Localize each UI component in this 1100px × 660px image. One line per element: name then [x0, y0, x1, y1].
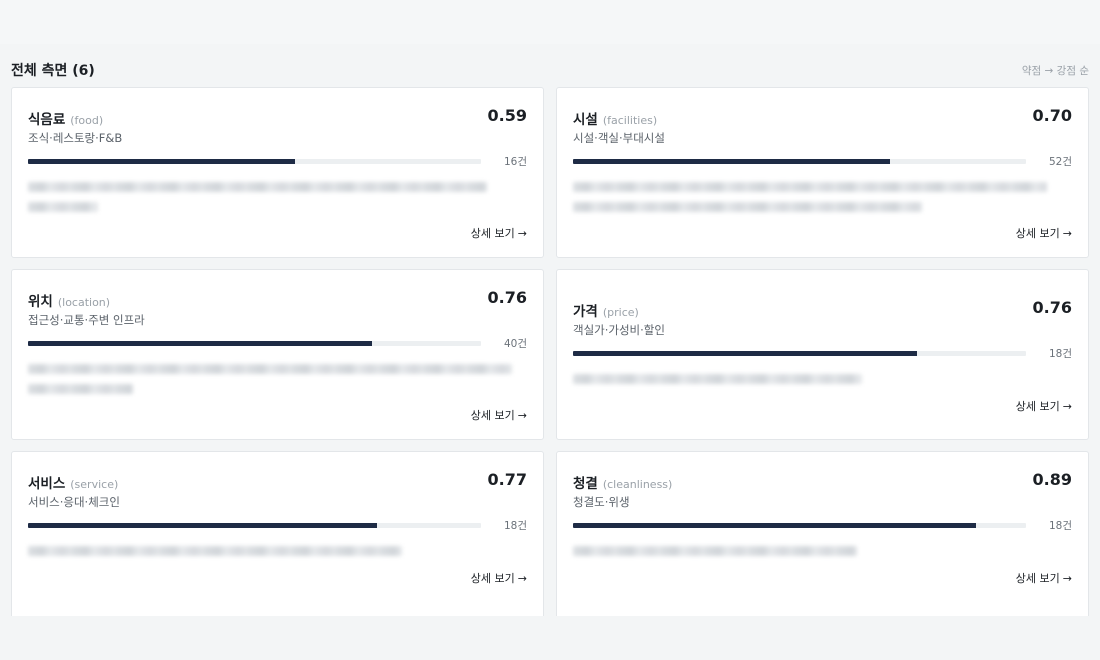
arrow-right-icon: →: [1062, 227, 1072, 240]
detail-view-link[interactable]: 상세 보기 →: [471, 225, 527, 241]
aspect-score: 0.77: [487, 470, 527, 489]
aspect-title: 청결 (cleanliness): [573, 472, 672, 492]
aspect-title: 시설 (facilities): [573, 108, 657, 128]
aspect-subtitle: 조식·레스토랑·F&B: [28, 131, 123, 145]
aspect-title: 식음료 (food): [28, 108, 103, 128]
detail-view-link[interactable]: 상세 보기 →: [1016, 398, 1072, 414]
aspect-score: 0.76: [487, 288, 527, 307]
aspect-name: 식음료: [28, 112, 66, 128]
score-bar-fill: [28, 523, 377, 528]
section-header: 전체 측면 (6) 약점 → 강점 순: [11, 58, 1089, 82]
aspect-name: 서비스: [28, 476, 66, 492]
blurred-excerpt-line: [28, 384, 133, 394]
aspect-card-1: 시설 (facilities) 0.70 시설·객실·부대시설 52건 상세 보기…: [556, 87, 1089, 258]
aspect-card-5: 청결 (cleanliness) 0.89 청결도·위생 18건 상세 보기 →: [556, 451, 1089, 622]
score-bar-track: [28, 341, 481, 346]
aspect-english-name: (cleanliness): [602, 478, 673, 491]
aspect-subtitle: 청결도·위생: [573, 495, 630, 509]
blurred-excerpt-line: [573, 374, 863, 384]
score-bar-track: [28, 159, 481, 164]
detail-view-label: 상세 보기: [1015, 227, 1060, 240]
aspect-english-name: (facilities): [602, 114, 658, 127]
score-bar-track: [573, 351, 1026, 356]
aspect-english-name: (price): [602, 306, 639, 319]
sort-order-label[interactable]: 약점 → 강점 순: [1022, 63, 1089, 78]
score-bar-row: 52건: [573, 156, 1072, 168]
aspect-score: 0.59: [487, 106, 527, 125]
score-bar-fill: [573, 351, 918, 356]
score-bar-row: 18건: [28, 520, 527, 532]
review-count: 40건: [503, 338, 527, 350]
aspect-subtitle: 객실가·가성비·할인: [573, 323, 665, 337]
aspect-subtitle: 접근성·교통·주변 인프라: [28, 313, 145, 327]
aspect-english-name: (location): [57, 296, 111, 309]
score-bar-fill: [573, 159, 891, 164]
aspect-subtitle: 서비스·응대·체크인: [28, 495, 120, 509]
aspect-score: 0.70: [1032, 106, 1072, 125]
aspect-title: 가격 (price): [573, 300, 639, 320]
aspect-name: 청결: [573, 476, 598, 492]
blurred-excerpt-line: [28, 182, 488, 192]
aspect-english-name: (food): [70, 114, 104, 127]
arrow-right-icon: →: [517, 572, 527, 585]
aspect-name: 시설: [573, 112, 598, 128]
score-bar-row: 40건: [28, 338, 527, 350]
blurred-excerpt-line: [573, 546, 858, 556]
detail-view-label: 상세 보기: [470, 572, 515, 585]
score-bar-track: [573, 159, 1026, 164]
score-bar-row: 18건: [573, 520, 1072, 532]
aspect-card-0: 식음료 (food) 0.59 조식·레스토랑·F&B 16건 상세 보기 →: [11, 87, 544, 258]
detail-view-link[interactable]: 상세 보기 →: [471, 570, 527, 586]
aspect-title: 서비스 (service): [28, 472, 118, 492]
aspect-card-2: 위치 (location) 0.76 접근성·교통·주변 인프라 40건 상세 보…: [11, 269, 544, 440]
blurred-excerpt-line: [28, 202, 98, 212]
aspect-score: 0.89: [1032, 470, 1072, 489]
score-bar-track: [28, 523, 481, 528]
aspect-subtitle: 시설·객실·부대시설: [573, 131, 665, 145]
aspect-card-4: 서비스 (service) 0.77 서비스·응대·체크인 18건 상세 보기 →: [11, 451, 544, 622]
score-bar-fill: [28, 159, 296, 164]
section-title: 전체 측면 (6): [11, 63, 95, 79]
aspect-english-name: (service): [70, 478, 119, 491]
blurred-excerpt-line: [28, 364, 513, 374]
top-bar: [0, 0, 1100, 44]
detail-view-label: 상세 보기: [1015, 572, 1060, 585]
detail-view-link[interactable]: 상세 보기 →: [1016, 570, 1072, 586]
blurred-excerpt-line: [28, 546, 403, 556]
detail-view-label: 상세 보기: [470, 227, 515, 240]
detail-view-link[interactable]: 상세 보기 →: [1016, 225, 1072, 241]
aspect-name: 위치: [28, 294, 53, 310]
score-bar-row: 18건: [573, 348, 1072, 360]
blurred-excerpt-line: [573, 202, 923, 212]
score-bar-track: [573, 523, 1026, 528]
detail-view-link[interactable]: 상세 보기 →: [471, 407, 527, 423]
aspect-card-3: 가격 (price) 0.76 객실가·가성비·할인 18건 상세 보기 →: [556, 269, 1089, 440]
bottom-bar: [0, 616, 1100, 660]
score-bar-row: 16건: [28, 156, 527, 168]
detail-view-label: 상세 보기: [470, 409, 515, 422]
arrow-right-icon: →: [1062, 572, 1072, 585]
aspect-title: 위치 (location): [28, 290, 110, 310]
score-bar-fill: [28, 341, 373, 346]
review-count: 52건: [1048, 156, 1072, 168]
aspect-grid: 식음료 (food) 0.59 조식·레스토랑·F&B 16건 상세 보기 → 시설…: [11, 87, 1089, 622]
score-bar-fill: [573, 523, 977, 528]
review-count: 18건: [1048, 520, 1072, 532]
review-count: 16건: [503, 156, 527, 168]
blurred-excerpt-line: [573, 182, 1048, 192]
review-count: 18건: [1048, 348, 1072, 360]
detail-view-label: 상세 보기: [1015, 400, 1060, 413]
aspect-score: 0.76: [1032, 298, 1072, 317]
arrow-right-icon: →: [1062, 400, 1072, 413]
review-count: 18건: [503, 520, 527, 532]
arrow-right-icon: →: [517, 409, 527, 422]
arrow-right-icon: →: [517, 227, 527, 240]
aspect-name: 가격: [573, 304, 598, 320]
